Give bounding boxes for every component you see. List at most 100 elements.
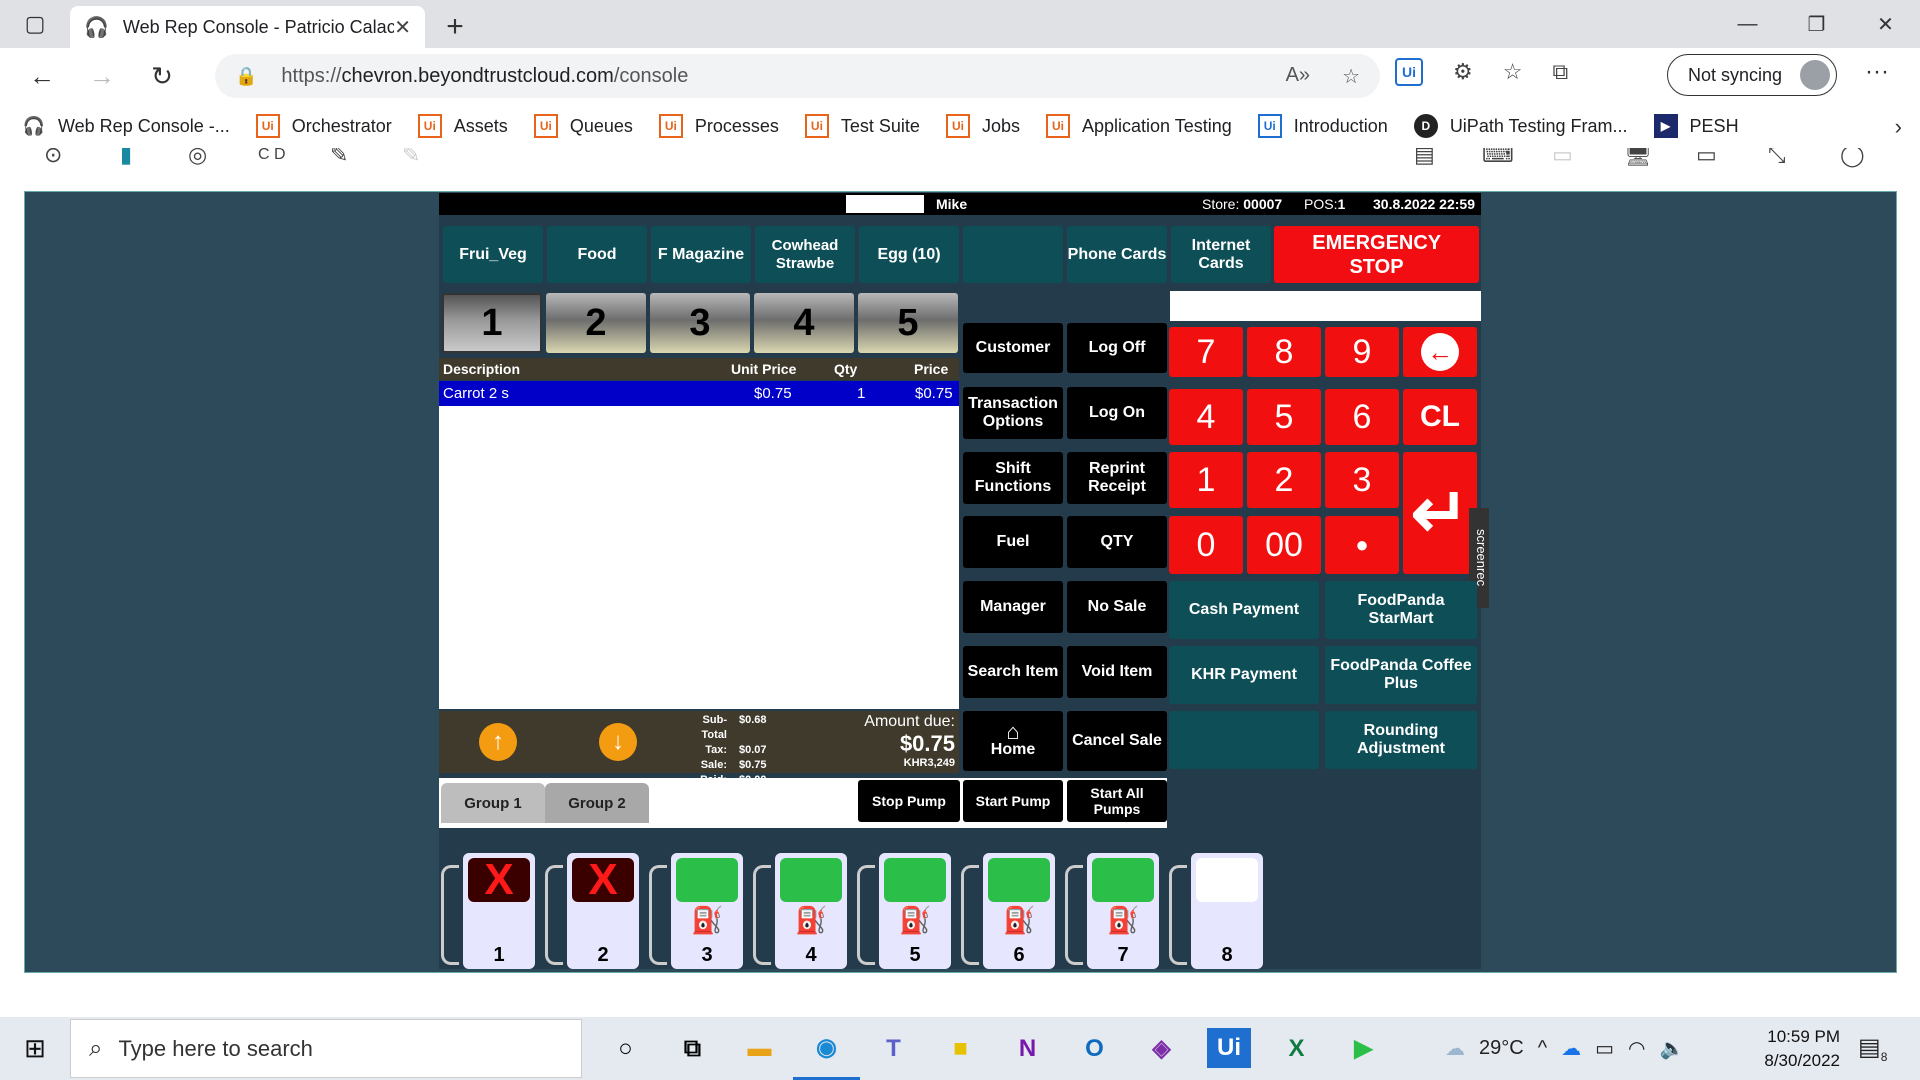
more-icon[interactable]: ··· (1865, 58, 1889, 86)
scroll-down-icon[interactable]: ↓ (599, 723, 637, 761)
group-button-2[interactable]: 2 (546, 293, 646, 353)
no-sale-button[interactable]: No Sale (1067, 581, 1167, 633)
uipath-extension-icon[interactable]: Ui (1395, 58, 1423, 86)
cash-payment-button[interactable]: Cash Payment (1169, 581, 1319, 639)
pump-2[interactable]: X2 (545, 853, 648, 969)
group-button-3[interactable]: 3 (650, 293, 750, 353)
sticky-notes-icon[interactable]: ■ (927, 1017, 994, 1080)
qty-button[interactable]: QTY (1067, 516, 1167, 568)
restore-icon[interactable]: ❐ (1782, 0, 1851, 48)
volume-icon[interactable]: 🔈 (1659, 1036, 1684, 1061)
manager-button[interactable]: Manager (963, 581, 1063, 633)
pump-4[interactable]: ⛽ 4 (753, 853, 856, 969)
key-dot[interactable]: ● (1325, 516, 1399, 574)
tab-actions-icon[interactable]: ▢ (0, 0, 70, 48)
read-aloud-icon[interactable]: A» (1286, 64, 1310, 89)
monitor-icon[interactable]: 🖥 (1624, 148, 1652, 168)
rounding-adjustment-button[interactable]: Rounding Adjustment (1325, 711, 1477, 769)
category-egg[interactable]: Egg (10) (859, 226, 959, 283)
pump-7[interactable]: ⛽ 7 (1065, 853, 1168, 969)
tools-icon[interactable]: ✎ (330, 148, 348, 168)
battery-icon[interactable]: ▭ (1595, 1036, 1614, 1061)
add-favorite-icon[interactable]: ☆ (1342, 64, 1360, 89)
foodpanda-coffee-button[interactable]: FoodPanda Coffee Plus (1325, 646, 1477, 704)
media-player-icon[interactable]: ▶ (1330, 1017, 1397, 1080)
reprint-receipt-button[interactable]: Reprint Receipt (1067, 452, 1167, 504)
minimize-icon[interactable]: — (1713, 0, 1782, 48)
group-button-1[interactable]: 1 (442, 293, 542, 353)
clock[interactable]: 10:59 PM 8/30/2022 (1730, 1025, 1840, 1073)
category-f-magazine[interactable]: F Magazine (651, 226, 751, 283)
excel-icon[interactable]: X (1263, 1017, 1330, 1080)
weather-temp[interactable]: 29°C (1479, 1037, 1524, 1060)
void-item-button[interactable]: Void Item (1067, 646, 1167, 698)
collections-icon[interactable]: ⧉ (1552, 59, 1568, 85)
annotate-icon[interactable]: ✎ (402, 148, 420, 168)
favorite-assets[interactable]: Ui Assets (417, 114, 508, 138)
category-frui-veg[interactable]: Frui_Veg (443, 226, 543, 283)
favorite-web-rep-console[interactable]: 🎧 Web Rep Console -... (22, 114, 230, 138)
record-icon[interactable]: ◎ (188, 148, 207, 168)
log-off-button[interactable]: Log Off (1067, 323, 1167, 373)
favorite-introduction[interactable]: Ui Introduction (1257, 114, 1388, 138)
favorite-processes[interactable]: Ui Processes (658, 114, 779, 138)
pump-8[interactable]: 8 (1169, 853, 1272, 969)
cortana-icon[interactable]: ○ (592, 1017, 659, 1080)
windows-start-icon[interactable]: ⊞ (0, 1033, 70, 1064)
mouse-icon[interactable]: ▮ (120, 148, 132, 168)
backspace-key[interactable]: ← (1403, 327, 1477, 377)
pump-3[interactable]: ⛽ 3 (649, 853, 752, 969)
favorite-orchestrator[interactable]: Ui Orchestrator (255, 114, 392, 138)
category-internet-cards[interactable]: Internet Cards (1171, 226, 1271, 283)
refresh-icon[interactable]: ↻ (132, 61, 192, 92)
stop-session-icon[interactable]: ⊙ (44, 148, 62, 168)
extensions-icon[interactable]: ⚙ (1453, 59, 1473, 85)
taskbar-search[interactable]: ⌕ Type here to search (70, 1019, 582, 1078)
pump-1[interactable]: X1 (441, 853, 544, 969)
keyboard-icon[interactable]: ⌨ (1482, 148, 1514, 168)
close-window-icon[interactable]: ✕ (1851, 0, 1920, 48)
emergency-stop-button[interactable]: EMERGENCY STOP (1274, 226, 1479, 283)
pump-6[interactable]: ⛽ 6 (961, 853, 1064, 969)
group-button-4[interactable]: 4 (754, 293, 854, 353)
notifications-icon[interactable]: ▤8 (1858, 1033, 1887, 1064)
url-field[interactable]: 🔒 https://chevron.beyondtrustcloud.com/c… (215, 54, 1380, 98)
close-tab-icon[interactable]: ✕ (394, 15, 411, 40)
category-cowhead[interactable]: Cowhead Strawbe (755, 226, 855, 283)
key-9[interactable]: 9 (1325, 327, 1399, 377)
keypad-entry-field[interactable] (1170, 291, 1481, 321)
key-4[interactable]: 4 (1169, 389, 1243, 445)
start-all-pumps-button[interactable]: Start All Pumps (1067, 780, 1167, 822)
foodpanda-starmart-button[interactable]: FoodPanda StarMart (1325, 581, 1477, 639)
key-1[interactable]: 1 (1169, 452, 1243, 508)
key-3[interactable]: 3 (1325, 452, 1399, 508)
favorite-jobs[interactable]: Ui Jobs (945, 114, 1020, 138)
key-5[interactable]: 5 (1247, 389, 1321, 445)
ctrl-alt-del-icon[interactable]: C D (258, 148, 286, 164)
show-hidden-icons[interactable]: ^ (1538, 1037, 1547, 1060)
shift-functions-button[interactable]: Shift Functions (963, 452, 1063, 504)
group-button-5[interactable]: 5 (858, 293, 958, 353)
favorite-application-testing[interactable]: Ui Application Testing (1045, 114, 1232, 138)
wifi-icon[interactable]: ◠ (1628, 1036, 1645, 1061)
category-food[interactable]: Food (547, 226, 647, 283)
pump-group-tab-1[interactable]: Group 1 (441, 783, 545, 823)
chevron-right-icon[interactable]: › (1895, 114, 1902, 140)
key-0[interactable]: 0 (1169, 516, 1243, 574)
items-table[interactable]: Carrot 2 s $0.75 1 $0.75 (439, 381, 959, 709)
transaction-options-button[interactable]: Transaction Options (963, 387, 1063, 439)
browser-tab[interactable]: 🎧 Web Rep Console - Patricio Calac ✕ (70, 6, 425, 48)
key-00[interactable]: 00 (1247, 516, 1321, 574)
favorite-uipath-testing[interactable]: D UiPath Testing Fram... (1413, 114, 1628, 138)
stop-pump-button[interactable]: Stop Pump (858, 780, 960, 822)
file-transfer-icon[interactable]: ▤ (1414, 148, 1435, 168)
empty-payment-button[interactable] (1169, 711, 1319, 769)
khr-payment-button[interactable]: KHR Payment (1169, 646, 1319, 704)
teams-icon[interactable]: T (860, 1017, 927, 1080)
onedrive-icon[interactable]: ☁ (1561, 1036, 1581, 1061)
key-2[interactable]: 2 (1247, 452, 1321, 508)
uipath-assistant-icon[interactable]: ◈ (1128, 1017, 1195, 1080)
cancel-sale-button[interactable]: Cancel Sale (1067, 711, 1167, 771)
display-icon[interactable]: ▭ (1696, 148, 1717, 168)
enter-key[interactable]: ↵ (1403, 452, 1477, 574)
